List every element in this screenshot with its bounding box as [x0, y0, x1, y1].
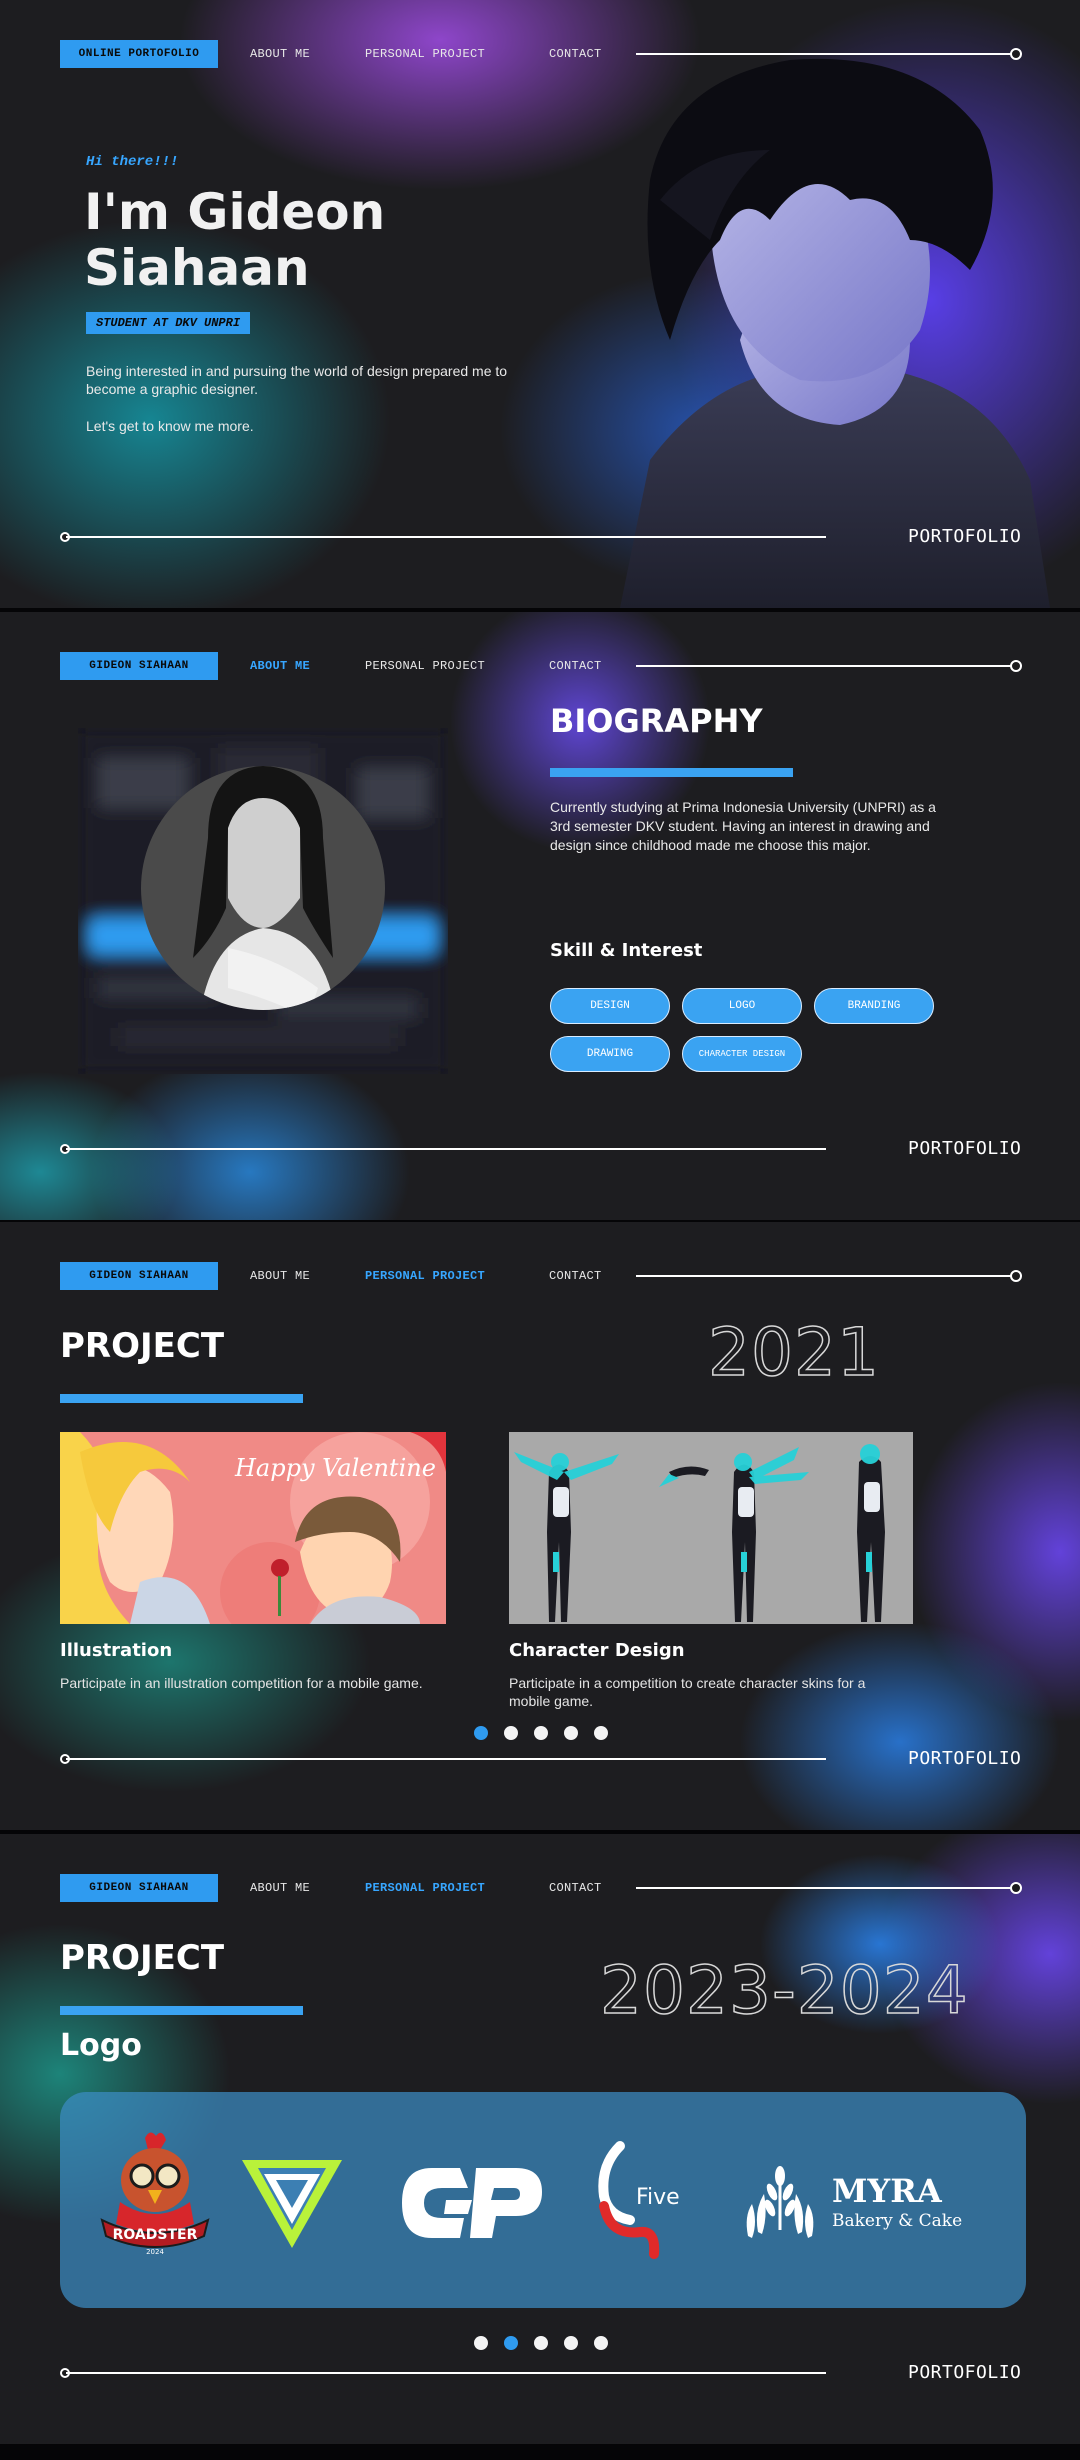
top-nav: GIDEON SIAHAAN ABOUT ME PERSONAL PROJECT…	[0, 1834, 1080, 1944]
brand-button[interactable]: ONLINE PORTOFOLIO	[60, 40, 218, 68]
five-logo[interactable]: Five	[590, 2136, 710, 2266]
carousel-dot-3[interactable]	[534, 1726, 548, 1740]
nav-about[interactable]: ABOUT ME	[250, 1874, 310, 1902]
footer-label: PORTOFOLIO	[908, 1748, 1022, 1769]
greeting: Hi there!!!	[86, 154, 179, 170]
nav-about[interactable]: ABOUT ME	[250, 40, 310, 68]
skill-chip-drawing[interactable]: DRAWING	[550, 1036, 670, 1072]
roadster-logo[interactable]: ROADSTER 2024	[90, 2128, 220, 2268]
project-2021-slide: GIDEON SIAHAAN ABOUT ME PERSONAL PROJECT…	[0, 1222, 1080, 1830]
illustration-desc: Participate in an illustration competiti…	[60, 1675, 423, 1691]
hero-name-line2: Siahaan	[84, 239, 310, 297]
skills-title: Skill & Interest	[550, 940, 703, 961]
brand-button[interactable]: GIDEON SIAHAAN	[60, 652, 218, 680]
logo-section-title: Logo	[60, 2028, 142, 2063]
illustration-title: Illustration	[60, 1640, 173, 1661]
profile-photo-frame	[78, 728, 448, 1074]
carousel-dot-5[interactable]	[594, 2336, 608, 2350]
nav-divider	[636, 53, 1016, 55]
nav-personal-project[interactable]: PERSONAL PROJECT	[365, 1262, 485, 1290]
myra-logo-subtext: Bakery & Cake	[832, 2211, 962, 2231]
nav-personal-project[interactable]: PERSONAL PROJECT	[365, 1874, 485, 1902]
skill-chip-logo[interactable]: LOGO	[682, 988, 802, 1024]
carousel-dot-2[interactable]	[504, 2336, 518, 2350]
footer-divider	[66, 536, 826, 538]
role-badge: STUDENT AT DKV UNPRI	[86, 312, 251, 334]
nav-about[interactable]: ABOUT ME	[250, 1262, 310, 1290]
hero-slide: ONLINE PORTOFOLIO ABOUT ME PERSONAL PROJ…	[0, 0, 1080, 608]
hero-name-line1: I'm Gideon	[84, 183, 386, 241]
project-logo-slide: GIDEON SIAHAAN ABOUT ME PERSONAL PROJECT…	[0, 1834, 1080, 2444]
footer-divider	[66, 1758, 826, 1760]
nav-divider-dot	[1010, 660, 1022, 672]
nav-personal-project[interactable]: PERSONAL PROJECT	[365, 652, 485, 680]
biography-underline	[550, 768, 793, 777]
footer-label: PORTOFOLIO	[908, 1138, 1022, 1159]
myra-logo[interactable]: MYRA Bakery & Cake	[740, 2160, 990, 2246]
logo-showcase-panel: ROADSTER 2024 Five MYRA Bakery & Cake	[60, 2092, 1026, 2308]
illustration-artwork: Happy Valentine	[60, 1432, 446, 1624]
top-nav: GIDEON SIAHAAN ABOUT ME PERSONAL PROJECT…	[0, 612, 1080, 722]
footer-label: PORTOFOLIO	[908, 2362, 1022, 2383]
myra-logo-text: MYRA	[832, 2172, 943, 2210]
illustration-caption: Happy Valentine	[234, 1454, 436, 1482]
carousel-dot-1[interactable]	[474, 2336, 488, 2350]
roadster-logo-subtext: 2024	[146, 2248, 164, 2256]
portrait-photo	[620, 58, 1050, 608]
carousel-dot-4[interactable]	[564, 2336, 578, 2350]
footer-label: PORTOFOLIO	[908, 526, 1022, 547]
brand-button[interactable]: GIDEON SIAHAAN	[60, 1262, 218, 1290]
carousel-dot-5[interactable]	[594, 1726, 608, 1740]
carousel-dot-3[interactable]	[534, 2336, 548, 2350]
nav-contact[interactable]: CONTACT	[549, 652, 602, 680]
project-underline	[60, 2006, 303, 2015]
project-title: PROJECT	[60, 1938, 225, 1978]
project-year: 2023-2024	[599, 1951, 969, 2030]
profile-photo	[78, 728, 448, 1074]
illustration-image[interactable]: Happy Valentine	[60, 1432, 446, 1624]
top-nav: GIDEON SIAHAAN ABOUT ME PERSONAL PROJECT…	[0, 1222, 1080, 1332]
diamond-logo[interactable]	[236, 2144, 348, 2256]
carousel-dot-1[interactable]	[474, 1726, 488, 1740]
character-design-artwork	[509, 1432, 913, 1624]
nav-divider-dot	[1010, 1270, 1022, 1282]
biography-text: Currently studying at Prima Indonesia Un…	[550, 799, 936, 853]
footer-divider	[66, 1148, 826, 1150]
nav-about[interactable]: ABOUT ME	[250, 652, 310, 680]
page-bottom-edge	[0, 2444, 1080, 2460]
nav-divider	[636, 1275, 1016, 1277]
skill-chip-character-design[interactable]: CHARACTER DESIGN	[682, 1036, 802, 1072]
character-design-image[interactable]	[509, 1432, 913, 1624]
brand-button[interactable]: GIDEON SIAHAAN	[60, 1874, 218, 1902]
nav-contact[interactable]: CONTACT	[549, 1874, 602, 1902]
carousel-dot-2[interactable]	[504, 1726, 518, 1740]
biography-title: BIOGRAPHY	[550, 702, 763, 740]
character-design-desc: Participate in a competition to create c…	[509, 1675, 866, 1709]
project-title: PROJECT	[60, 1326, 225, 1366]
hero-intro: Being interested in and pursuing the wor…	[86, 363, 508, 397]
nav-divider-dot	[1010, 48, 1022, 60]
nav-divider	[636, 665, 1016, 667]
nav-personal-project[interactable]: PERSONAL PROJECT	[365, 40, 485, 68]
footer-divider	[66, 2372, 826, 2374]
nav-divider	[636, 1887, 1016, 1889]
nav-divider-dot	[1010, 1882, 1022, 1894]
skill-chip-design[interactable]: DESIGN	[550, 988, 670, 1024]
about-slide: GIDEON SIAHAAN ABOUT ME PERSONAL PROJECT…	[0, 612, 1080, 1220]
nav-contact[interactable]: CONTACT	[549, 40, 602, 68]
skill-chip-branding[interactable]: BRANDING	[814, 988, 934, 1024]
roadster-logo-text: ROADSTER	[113, 2227, 198, 2243]
hero-cta-text: Let's get to know me more.	[86, 418, 254, 434]
character-design-title: Character Design	[509, 1640, 685, 1661]
nav-contact[interactable]: CONTACT	[549, 1262, 602, 1290]
project-year: 2021	[707, 1313, 880, 1392]
carousel-dot-4[interactable]	[564, 1726, 578, 1740]
five-logo-text: Five	[636, 2185, 680, 2210]
top-nav: ONLINE PORTOFOLIO ABOUT ME PERSONAL PROJ…	[0, 0, 1080, 110]
gp-logo[interactable]	[396, 2158, 546, 2248]
hero-name: I'm Gideon Siahaan	[84, 184, 544, 296]
project-underline	[60, 1394, 303, 1403]
